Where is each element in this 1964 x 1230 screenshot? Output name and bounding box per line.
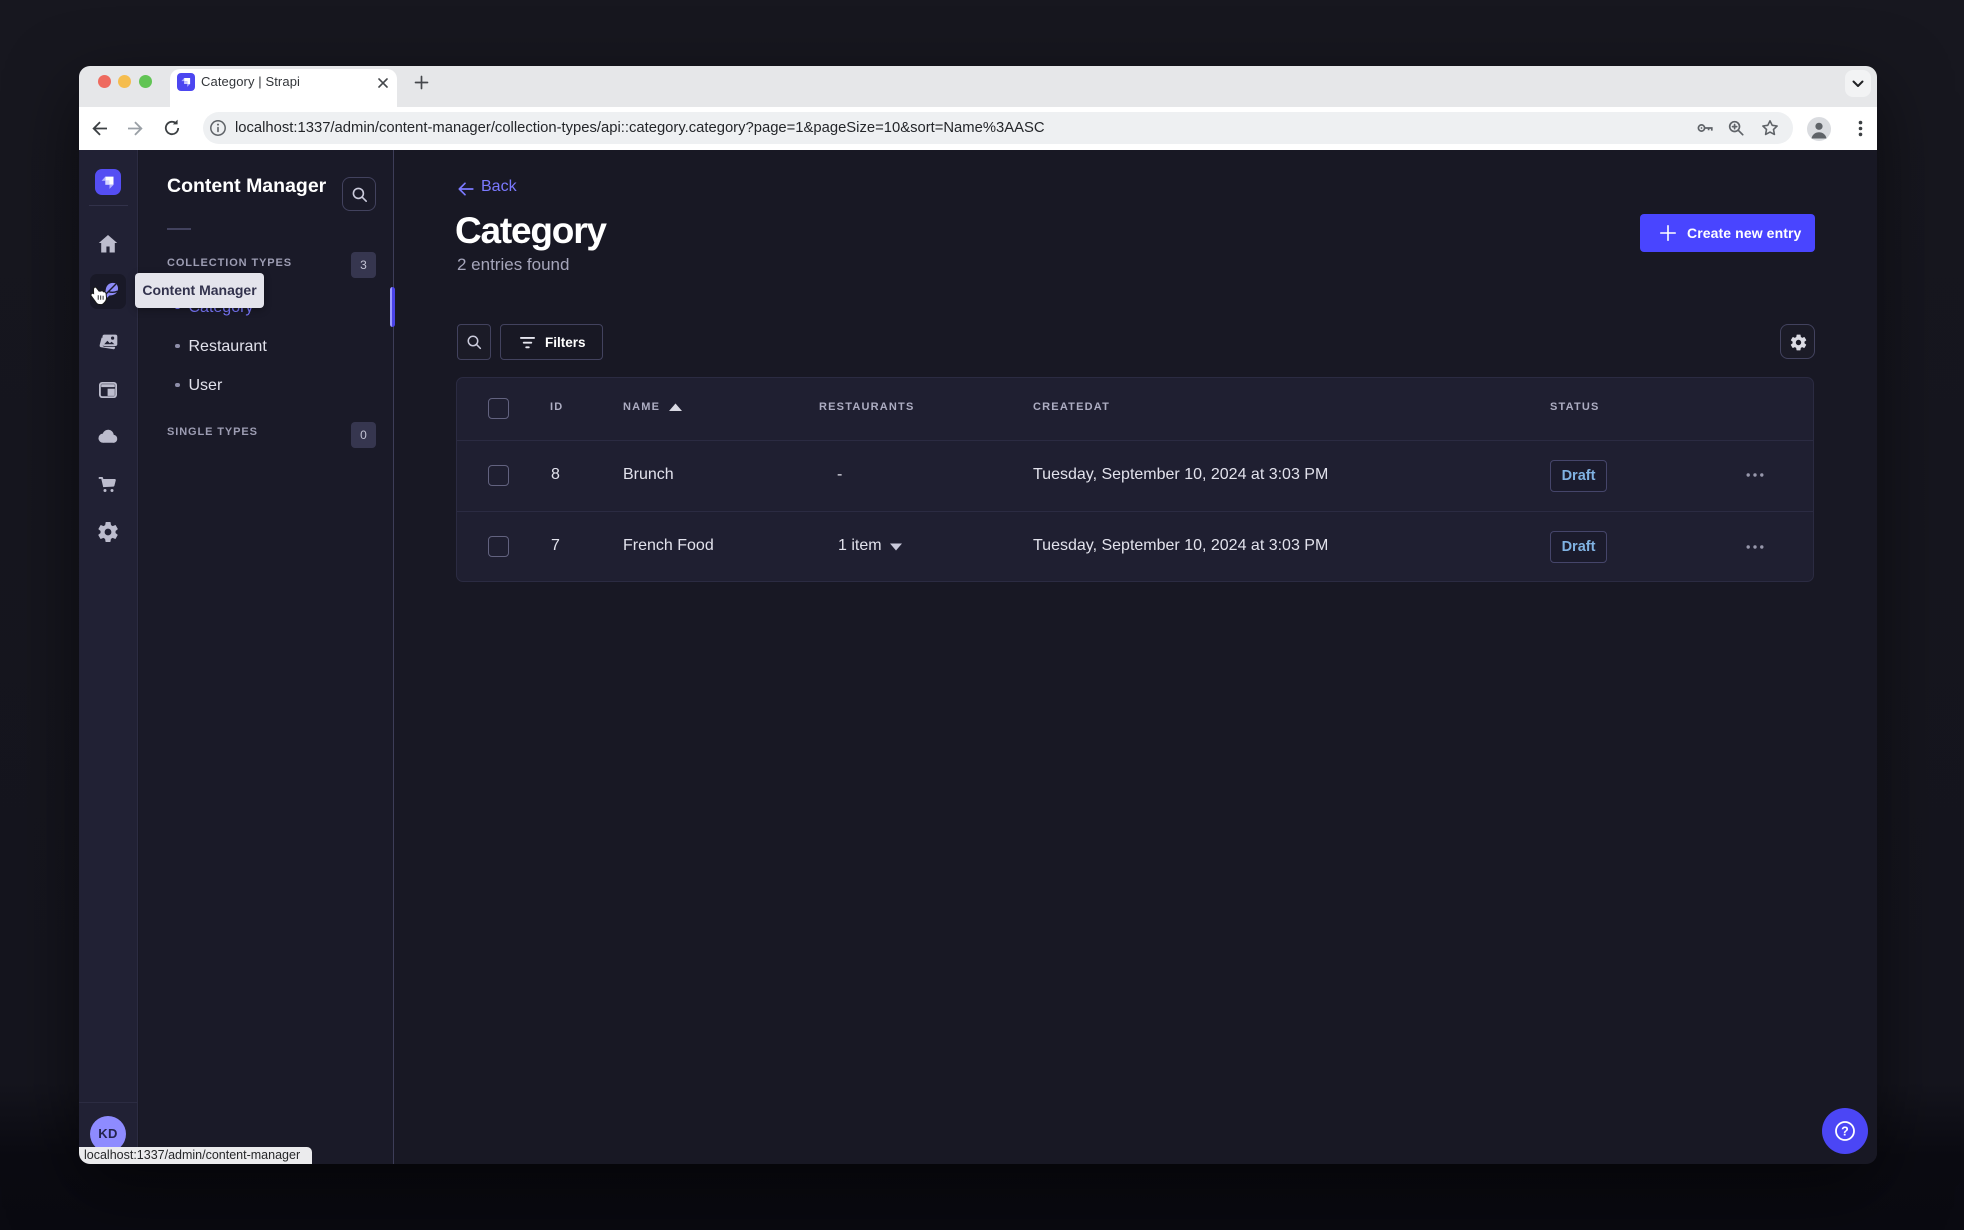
svg-text:?: ? [1841,1124,1849,1138]
